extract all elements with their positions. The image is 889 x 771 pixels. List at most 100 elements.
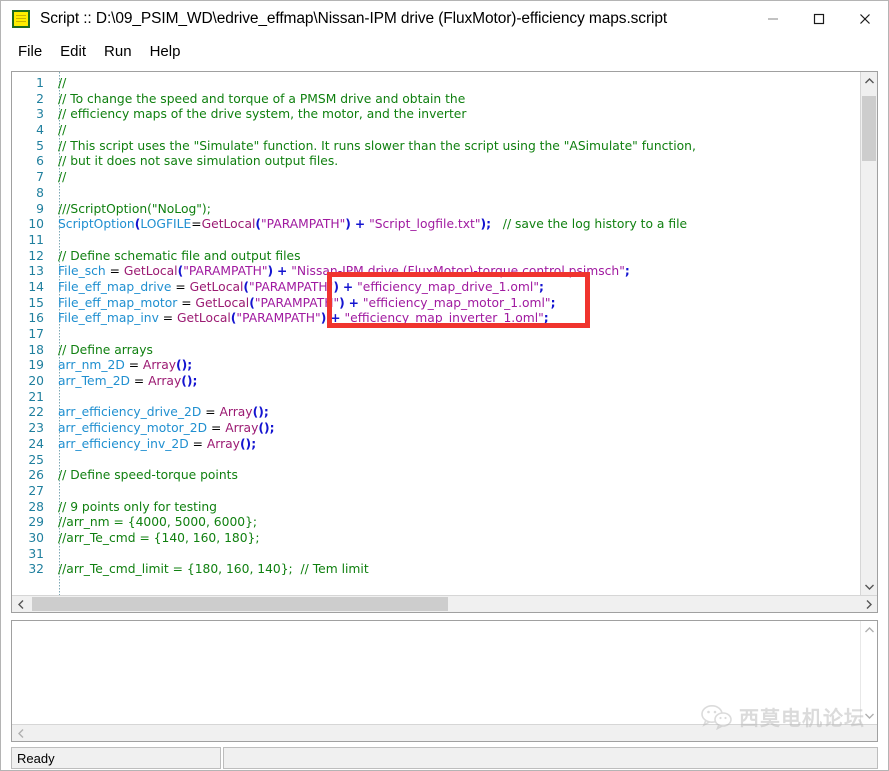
code-token: (): [181, 374, 193, 389]
gutter-space: [44, 154, 58, 170]
code-line: 1 //: [12, 76, 860, 92]
code-line: 18 // Define arrays: [12, 343, 860, 359]
code-line: 19 arr_nm_2D = Array();: [12, 358, 860, 374]
gutter-space: [44, 249, 58, 265]
title-bar: Script :: D:\09_PSIM_WD\edrive_effmap\Ni…: [1, 1, 888, 37]
status-bar: Ready: [11, 747, 878, 769]
gutter-space: [44, 327, 58, 343]
code-line: 5 // This script uses the "Simulate" fun…: [12, 139, 860, 155]
code-token: File_eff_map_drive: [58, 279, 172, 294]
scroll-down-button[interactable]: [861, 578, 877, 595]
scroll-up-button[interactable]: [861, 72, 877, 89]
code-line: 21: [12, 390, 860, 406]
menu-item-help[interactable]: Help: [141, 41, 190, 62]
code-token: // Define arrays: [58, 342, 153, 357]
code-line: 3 // efficiency maps of the drive system…: [12, 107, 860, 123]
gutter-space: [44, 547, 58, 563]
line-number: 12: [28, 248, 44, 263]
gutter-space: [44, 139, 58, 155]
gutter-space: [44, 453, 58, 469]
gutter-space: [44, 500, 58, 516]
code-token: (): [258, 421, 270, 436]
scroll-right-button[interactable]: [860, 596, 877, 613]
code-token: "efficiency_map_drive_1.oml": [357, 279, 539, 294]
menu-item-edit[interactable]: Edit: [51, 41, 95, 62]
line-number: 9: [36, 201, 44, 216]
gutter-space: [44, 296, 58, 312]
output-horizontal-scrollbar[interactable]: [12, 724, 877, 741]
code-token: //arr_Te_cmd_limit = {180, 160, 140}; //…: [58, 562, 369, 577]
gutter-space: [44, 562, 58, 578]
output-scroll-up-button[interactable]: [861, 621, 877, 638]
code-token: // but it does not save simulation outpu…: [58, 154, 339, 169]
status-secondary: [223, 747, 878, 769]
code-token: Array: [225, 421, 259, 436]
minimize-icon: [768, 18, 778, 20]
window-title: Script :: D:\09_PSIM_WD\edrive_effmap\Ni…: [40, 10, 668, 27]
gutter-space: [44, 217, 58, 233]
close-button[interactable]: [842, 1, 888, 37]
minimize-button[interactable]: [750, 1, 796, 37]
gutter-space: [44, 374, 58, 390]
code-token: "PARAMPATH": [249, 279, 334, 294]
gutter-space: [44, 421, 58, 437]
menu-item-run[interactable]: Run: [95, 41, 141, 62]
line-number: 28: [28, 499, 44, 514]
code-lines: 1 //2 // To change the speed and torque …: [12, 76, 860, 578]
chevron-right-icon: [866, 599, 872, 609]
editor-horizontal-scroll-thumb[interactable]: [32, 597, 448, 611]
line-number: 22: [28, 405, 44, 420]
code-token: (): [176, 358, 188, 373]
code-line: 28 // 9 points only for testing: [12, 500, 860, 516]
output-scroll-down-button[interactable]: [861, 707, 877, 724]
code-token: ;: [192, 374, 198, 389]
code-token: "Nissan-IPM drive (FluxMotor)-torque con…: [291, 264, 625, 279]
editor-vertical-scroll-thumb[interactable]: [862, 96, 876, 161]
code-token: //: [58, 123, 67, 138]
code-token: Array: [148, 374, 182, 389]
line-number: 32: [28, 562, 44, 577]
scroll-left-button[interactable]: [12, 596, 29, 613]
gutter-space: [44, 468, 58, 484]
menu-item-file[interactable]: File: [9, 41, 51, 62]
code-token: =: [207, 421, 226, 436]
code-token: //: [58, 170, 67, 185]
chevron-down-icon: [865, 713, 874, 719]
window-controls: [750, 1, 888, 37]
editor-vertical-scrollbar[interactable]: [860, 72, 877, 595]
script-editor-panel: 1 //2 // To change the speed and torque …: [11, 71, 878, 613]
line-number: 19: [28, 358, 44, 373]
code-line: 24 arr_efficiency_inv_2D = Array();: [12, 437, 860, 453]
gutter-space: [44, 170, 58, 186]
output-scroll-left-button[interactable]: [12, 725, 29, 742]
code-token: // Define speed-torque points: [58, 468, 238, 483]
line-number: 14: [28, 279, 44, 294]
code-token: GetLocal: [177, 311, 231, 326]
code-token: +: [354, 217, 366, 232]
code-token: // This script uses the "Simulate" funct…: [58, 138, 696, 153]
code-line: 22 arr_efficiency_drive_2D = Array();: [12, 405, 860, 421]
code-line: 13 File_sch = GetLocal("PARAMPATH") + "N…: [12, 264, 860, 280]
maximize-button[interactable]: [796, 1, 842, 37]
gutter-space: [44, 484, 58, 500]
output-text[interactable]: [12, 621, 860, 724]
code-token: arr_efficiency_drive_2D: [58, 405, 202, 420]
code-token: LOGFILE: [140, 217, 192, 232]
code-line: 27: [12, 484, 860, 500]
code-token: ;: [263, 405, 269, 420]
code-token: =: [124, 358, 143, 373]
code-line: 23 arr_efficiency_motor_2D = Array();: [12, 421, 860, 437]
output-vertical-scrollbar[interactable]: [860, 621, 877, 724]
code-token: // efficiency maps of the drive system, …: [58, 107, 467, 122]
code-token: ;: [269, 421, 275, 436]
gutter-space: [44, 343, 58, 359]
line-number: 6: [36, 154, 44, 169]
code-text-area[interactable]: 1 //2 // To change the speed and torque …: [12, 72, 860, 595]
line-number: 31: [28, 546, 44, 561]
gutter-space: [44, 437, 58, 453]
editor-horizontal-scrollbar[interactable]: [12, 595, 877, 612]
line-number: 16: [28, 311, 44, 326]
code-token: File_sch: [58, 264, 106, 279]
code-token: "efficiency_map_inverter_1.oml": [344, 311, 544, 326]
code-line: 7 //: [12, 170, 860, 186]
